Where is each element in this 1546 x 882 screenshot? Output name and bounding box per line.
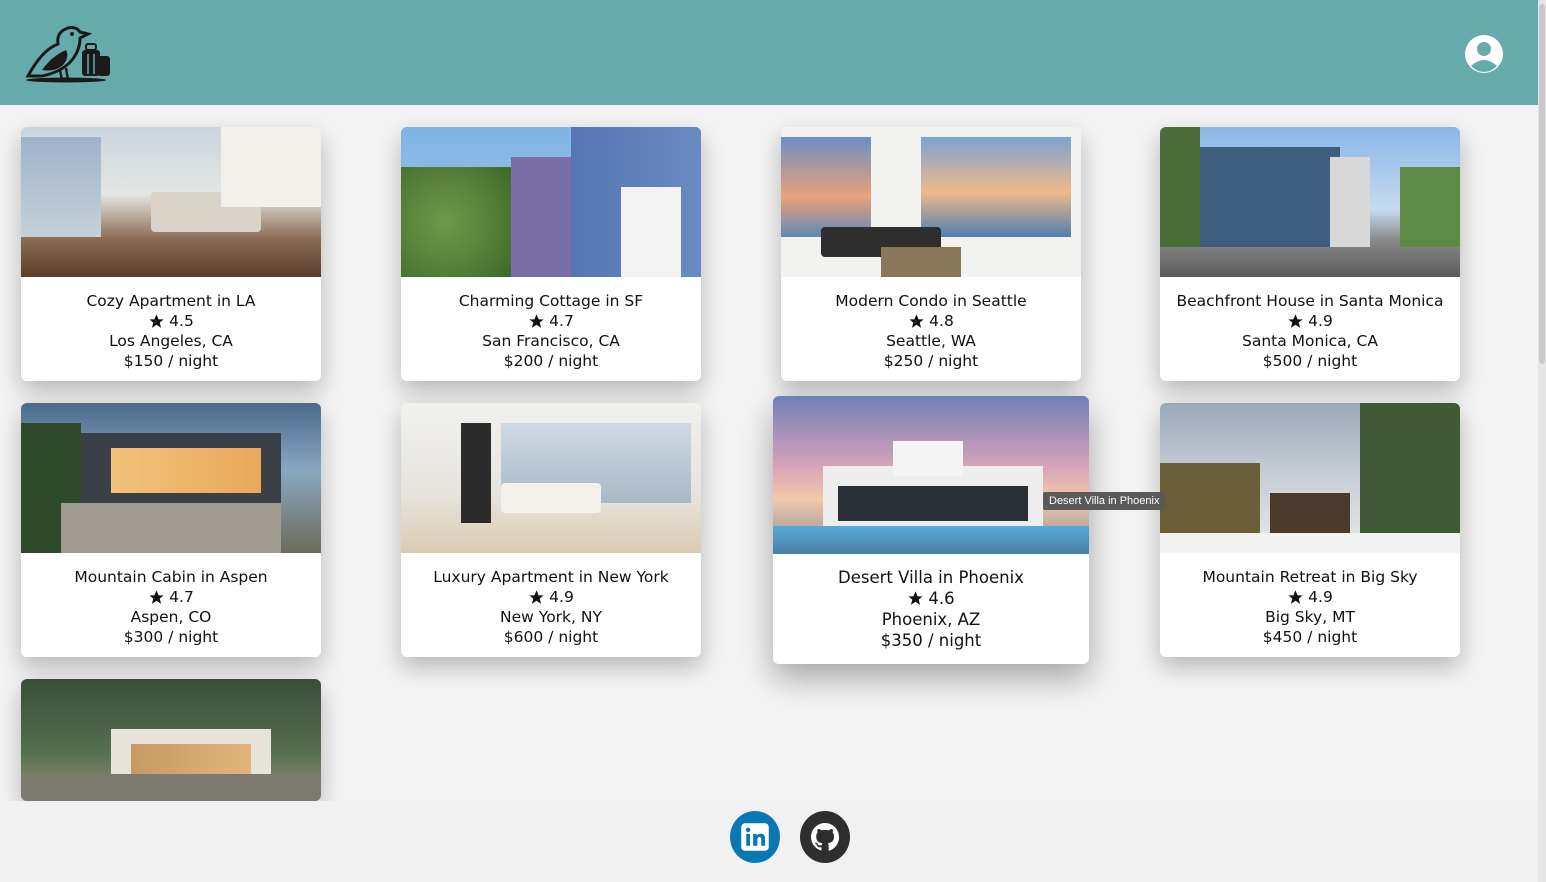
tooltip: Desert Villa in Phoenix: [1043, 492, 1166, 510]
rating-value: 4.9: [1308, 588, 1333, 606]
listing-location: Santa Monica, CA: [1242, 332, 1378, 350]
rating: 4.9: [401, 587, 701, 607]
listing-price: $200 / night: [503, 352, 599, 370]
listing-card[interactable]: Mountain Cabin in Aspen 4.7 Aspen, CO $3…: [21, 403, 321, 657]
listing-photo: [1160, 127, 1460, 277]
star-icon: [1288, 313, 1303, 328]
listing-location: Phoenix, AZ: [881, 610, 981, 629]
user-profile-icon[interactable]: [1464, 34, 1504, 74]
listing-card[interactable]: Cozy Apartment in LA 4.5 Los Angeles, CA…: [21, 127, 321, 381]
listing-photo: [401, 403, 701, 553]
app-header: [0, 0, 1538, 105]
listing-title: Charming Cottage in SF: [458, 292, 644, 310]
listing-photo: [781, 127, 1081, 277]
scrollbar[interactable]: [1538, 0, 1546, 882]
star-icon: [1288, 589, 1303, 604]
listing-title: Cozy Apartment in LA: [86, 292, 256, 310]
listing-title: Beachfront House in Santa Monica: [1176, 292, 1444, 310]
rating: 4.9: [1160, 587, 1460, 607]
listing-location: Big Sky, MT: [1265, 608, 1355, 626]
star-icon: [908, 591, 923, 605]
rating: 4.5: [21, 311, 321, 331]
listing-title: Mountain Retreat in Big Sky: [1202, 568, 1418, 586]
listing-price: $350 / night: [880, 631, 982, 650]
listing-card[interactable]: Luxury Apartment in New York 4.9 New Yor…: [401, 403, 701, 657]
listing-price: $300 / night: [123, 628, 219, 646]
listing-title: Desert Villa in Phoenix: [838, 568, 1024, 587]
star-icon: [149, 313, 164, 328]
listing-title: Mountain Cabin in Aspen: [74, 568, 268, 586]
listing-card[interactable]: Mountain Retreat in Big Sky 4.9 Big Sky,…: [1160, 403, 1460, 657]
rating: 4.7: [401, 311, 701, 331]
listing-title: Modern Condo in Seattle: [835, 292, 1027, 310]
listing-title: Luxury Apartment in New York: [433, 568, 669, 586]
rating: 4.8: [781, 311, 1081, 331]
github-icon[interactable]: [800, 811, 850, 863]
listing-photo: [1160, 403, 1460, 553]
rating-value: 4.8: [929, 312, 954, 330]
rating-value: 4.9: [1308, 312, 1333, 330]
scrollbar-thumb[interactable]: [1539, 4, 1545, 364]
rating-value: 4.5: [169, 312, 194, 330]
listing-card[interactable]: Modern Condo in Seattle 4.8 Seattle, WA …: [781, 127, 1081, 381]
star-icon: [529, 313, 544, 328]
listing-location: San Francisco, CA: [482, 332, 620, 350]
listing-photo: [21, 127, 321, 277]
listing-card[interactable]: Charming Cottage in SF 4.7 San Francisco…: [401, 127, 701, 381]
listing-card[interactable]: Beachfront House in Santa Monica 4.9 San…: [1160, 127, 1460, 381]
listing-location: Los Angeles, CA: [109, 332, 233, 350]
listing-photo: [401, 127, 701, 277]
listing-price: $600 / night: [503, 628, 599, 646]
footer: [0, 801, 1538, 882]
listing-price: $500 / night: [1262, 352, 1358, 370]
rating: 4.9: [1160, 311, 1460, 331]
rating: 4.7: [21, 587, 321, 607]
rating-value: 4.6: [928, 589, 955, 608]
rating-value: 4.9: [549, 588, 574, 606]
rating-value: 4.7: [549, 312, 574, 330]
rating-value: 4.7: [169, 588, 194, 606]
listing-price: $250 / night: [883, 352, 979, 370]
listing-photo: [21, 403, 321, 553]
bird-luggage-logo-icon[interactable]: [22, 20, 112, 84]
listing-price: $150 / night: [123, 352, 219, 370]
star-icon: [149, 589, 164, 604]
listing-card-hovered[interactable]: Desert Villa in Phoenix 4.6 Phoenix, AZ …: [773, 396, 1089, 664]
listing-location: New York, NY: [500, 608, 602, 626]
star-icon: [529, 589, 544, 604]
linkedin-icon[interactable]: [730, 811, 780, 863]
listing-photo: [21, 679, 321, 801]
listing-location: Seattle, WA: [886, 332, 976, 350]
listing-card[interactable]: [21, 679, 321, 801]
rating: 4.6: [773, 588, 1089, 609]
listing-photo: [773, 396, 1089, 554]
listing-location: Aspen, CO: [130, 608, 212, 626]
listing-price: $450 / night: [1262, 628, 1358, 646]
star-icon: [909, 313, 924, 328]
